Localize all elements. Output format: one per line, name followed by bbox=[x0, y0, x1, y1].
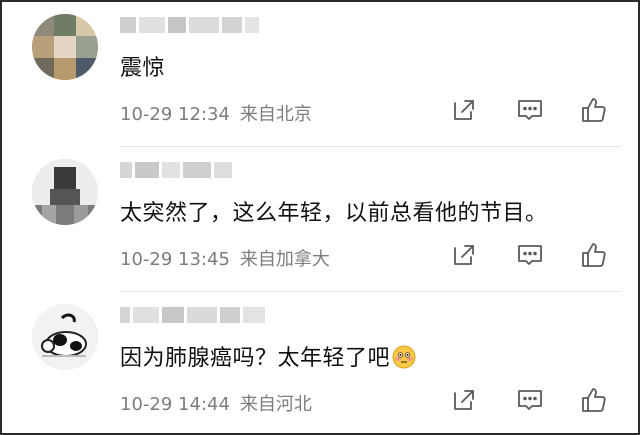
comment-text: 因为肺腺癌吗？太年轻了吧 bbox=[120, 340, 416, 372]
avatar[interactable] bbox=[32, 14, 98, 80]
username-blurred[interactable] bbox=[120, 159, 235, 179]
username-blurred[interactable] bbox=[120, 14, 262, 34]
comment-meta: 10-29 14:44 来自河北 bbox=[120, 390, 312, 416]
comment-text-content: 因为肺腺癌吗？太年轻了吧 bbox=[120, 346, 391, 371]
comment-time: 10-29 13:45 bbox=[120, 249, 230, 270]
comment-icon[interactable] bbox=[516, 96, 544, 124]
comment-text: 太突然了，这么年轻，以前总看他的节目。 bbox=[120, 201, 548, 226]
comment-actions bbox=[450, 241, 620, 271]
comment-location: 来自北京 bbox=[239, 104, 312, 125]
comment-item: 震惊 10-29 12:34 来自北京 bbox=[2, 2, 638, 145]
comment-meta: 10-29 13:45 来自加拿大 bbox=[120, 245, 330, 271]
comment-location: 来自加拿大 bbox=[239, 249, 330, 270]
avatar[interactable] bbox=[32, 304, 98, 370]
comment-actions bbox=[450, 386, 620, 416]
comment-item: 太突然了，这么年轻，以前总看他的节目。 10-29 13:45 来自加拿大 bbox=[2, 147, 638, 290]
comment-meta: 10-29 12:34 来自北京 bbox=[120, 100, 312, 126]
comment-icon[interactable] bbox=[516, 241, 544, 269]
comment-actions bbox=[450, 96, 620, 126]
thumbs-up-icon[interactable] bbox=[580, 386, 608, 414]
comment-list: 震惊 10-29 12:34 来自北京 太突然了，这么年轻，以前总看他的节目。 … bbox=[0, 0, 640, 435]
flushed-face-emoji bbox=[392, 345, 416, 369]
thumbs-up-icon[interactable] bbox=[580, 96, 608, 124]
share-icon[interactable] bbox=[450, 386, 478, 414]
comment-time: 10-29 12:34 bbox=[120, 104, 230, 125]
comment-time: 10-29 14:44 bbox=[120, 394, 230, 415]
comment-item: 因为肺腺癌吗？太年轻了吧 10-29 14:44 来自河北 bbox=[2, 292, 638, 433]
thumbs-up-icon[interactable] bbox=[580, 241, 608, 269]
share-icon[interactable] bbox=[450, 241, 478, 269]
username-blurred[interactable] bbox=[120, 304, 268, 324]
comment-icon[interactable] bbox=[516, 386, 544, 414]
comment-text: 震惊 bbox=[120, 56, 166, 81]
share-icon[interactable] bbox=[450, 96, 478, 124]
comment-location: 来自河北 bbox=[239, 394, 312, 415]
avatar[interactable] bbox=[32, 159, 98, 225]
